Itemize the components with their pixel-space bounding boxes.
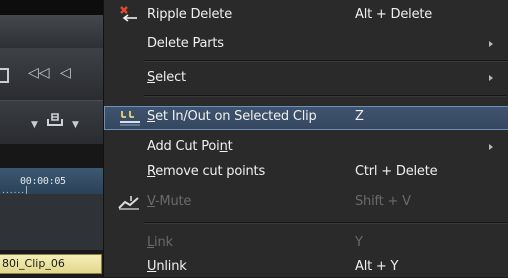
dropdown-arrow-icon[interactable]: ▼ (72, 118, 79, 132)
menu-item-label: Add Cut Point (147, 139, 233, 154)
menu-item-set-in-out-on-selected-clip[interactable]: Set In/Out on Selected Clip Z (104, 106, 508, 130)
menu-item-delete-parts[interactable]: Delete Parts (104, 33, 508, 55)
ripple-delete-icon (120, 6, 137, 22)
submenu-arrow-icon (489, 75, 493, 81)
menu-item-label: Select (147, 70, 186, 85)
menu-item-link[interactable]: Link Y (104, 232, 508, 254)
menu-item-label: Unlink (147, 259, 187, 274)
menu-item-select[interactable]: Select (104, 67, 508, 89)
menu-separator (144, 60, 507, 62)
timeline-track-area (0, 194, 110, 250)
menu-item-shortcut: Alt + Delete (355, 7, 433, 22)
menu-item-label: V-Mute (147, 194, 192, 209)
stop-icon[interactable] (0, 68, 9, 83)
timeline-gap (0, 144, 110, 168)
set-in-out-icon (120, 111, 140, 126)
menu-item-shortcut: Ctrl + Delete (355, 164, 438, 179)
menu-item-ripple-delete[interactable]: Ripple Delete Alt + Delete (104, 4, 508, 26)
top-bar (0, 0, 110, 15)
menu-item-label: Ripple Delete (147, 7, 233, 22)
menu-item-shortcut: Shift + V (355, 194, 411, 209)
import-tray-icon[interactable] (47, 113, 63, 126)
submenu-arrow-icon (489, 41, 493, 47)
dropdown-arrow-icon[interactable]: ▼ (31, 118, 38, 132)
clip-label: 80i_Clip_06 (2, 257, 65, 270)
submenu-arrow-icon (489, 144, 493, 150)
menu-item-unlink[interactable]: Unlink Alt + Y (104, 256, 508, 278)
timeline-editor-background: ◁◁ ◁ ▼ ▼ 00:00:05 ......| 80i_Clip_06 (0, 0, 110, 277)
video-mute-icon (118, 196, 139, 210)
menu-item-shortcut: Z (355, 109, 364, 124)
rewind-icon[interactable]: ◁◁ (28, 66, 50, 80)
timeline-clip[interactable]: 80i_Clip_06 (0, 254, 102, 274)
recorder-header (0, 15, 110, 49)
menu-item-label: Remove cut points (147, 164, 266, 179)
menu-item-v-mute[interactable]: V-Mute Shift + V (104, 191, 508, 213)
menu-separator (144, 222, 507, 224)
context-menu: Ripple Delete Alt + Delete Delete Parts … (103, 0, 508, 277)
menu-item-add-cut-point[interactable]: Add Cut Point (104, 136, 508, 158)
menu-item-label: Link (147, 235, 173, 250)
menu-item-label: Delete Parts (147, 36, 224, 51)
menu-item-shortcut: Y (355, 235, 363, 250)
menu-item-label: Set In/Out on Selected Clip (147, 109, 317, 124)
step-back-icon[interactable]: ◁ (60, 66, 71, 80)
menu-item-shortcut: Alt + Y (355, 259, 399, 274)
menu-separator (144, 95, 507, 97)
playback-toolbar (0, 48, 110, 100)
menu-item-remove-cut-points[interactable]: Remove cut points Ctrl + Delete (104, 161, 508, 183)
